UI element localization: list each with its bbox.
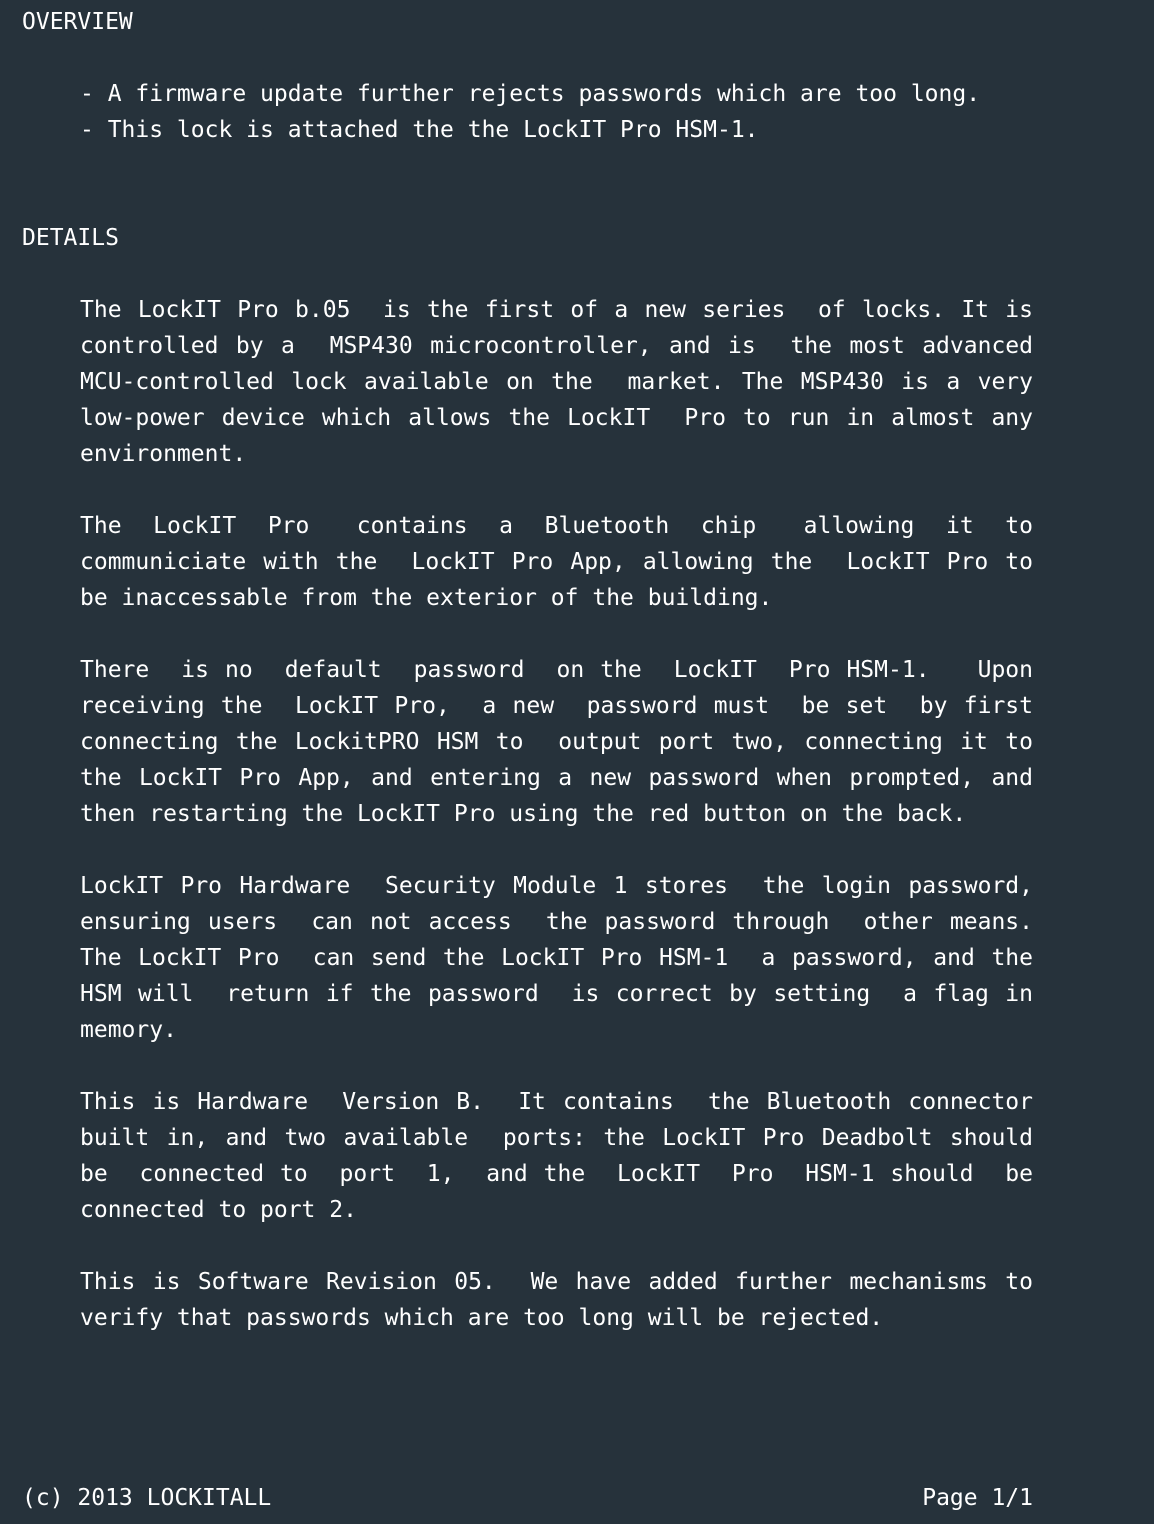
- overview-list: - A firmware update further rejects pass…: [80, 76, 980, 148]
- overview-item: - A firmware update further rejects pass…: [80, 81, 981, 107]
- details-paragraph: This is Software Revision 05. We have ad…: [80, 1269, 1047, 1331]
- details-paragraph: This is Hardware Version B. It contains …: [80, 1089, 1047, 1223]
- details-paragraph: The LockIT Pro b.05 is the first of a ne…: [80, 297, 1047, 467]
- overview-heading: OVERVIEW: [22, 9, 133, 35]
- details-paragraph: There is no default password on the Lock…: [80, 657, 1047, 827]
- details-heading: DETAILS: [22, 225, 119, 251]
- details-section: The LockIT Pro b.05 is the first of a ne…: [80, 292, 1033, 1372]
- copyright-notice: (c) 2013 LOCKITALL: [22, 1485, 272, 1511]
- overview-item: - This lock is attached the the LockIT P…: [80, 117, 759, 143]
- details-paragraph: LockIT Pro Hardware Security Module 1 st…: [80, 873, 1047, 1043]
- details-paragraph: The LockIT Pro contains a Bluetooth chip…: [80, 513, 1047, 611]
- page-indicator: Page 1/1: [922, 1485, 1033, 1511]
